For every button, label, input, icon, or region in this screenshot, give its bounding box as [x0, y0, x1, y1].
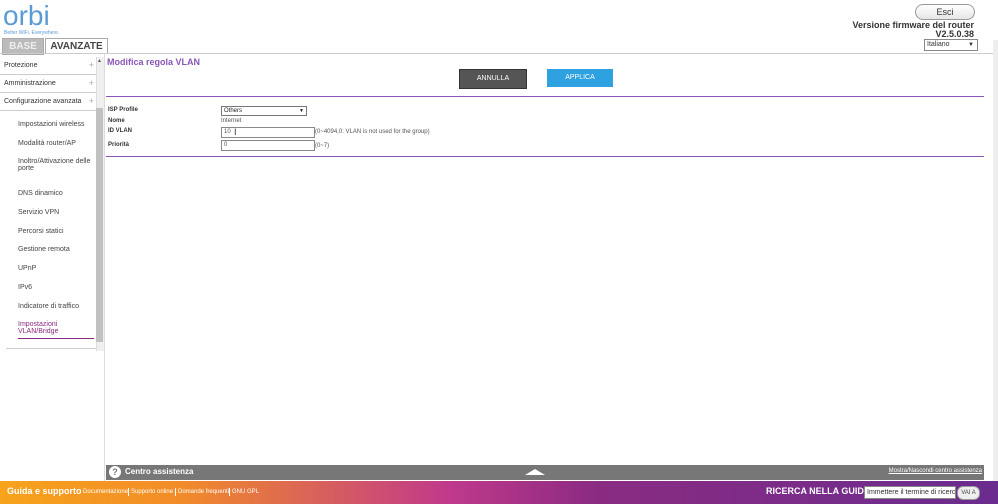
- help-center-title: Centro assistenza: [125, 467, 194, 476]
- footer-link-gpl[interactable]: GNU GPL: [232, 489, 259, 495]
- sidebar-item-port-forwarding[interactable]: Inoltro/Attivazione delle porte: [18, 158, 92, 172]
- logout-button[interactable]: Esci: [915, 4, 975, 20]
- header-divider: [0, 53, 998, 54]
- page-scrollbar[interactable]: [993, 40, 998, 481]
- footer-separator: [229, 488, 230, 496]
- expand-arrow-icon[interactable]: [525, 469, 545, 475]
- question-icon: ?: [109, 466, 121, 478]
- sidebar-section-administration[interactable]: Amministrazione +: [0, 75, 96, 93]
- firmware-version: V2.5.0.38: [935, 29, 974, 39]
- sidebar-item-ipv6[interactable]: IPv6: [18, 284, 94, 291]
- footer-go-button[interactable]: VAI A: [957, 486, 980, 500]
- chevron-down-icon: ▼: [299, 108, 304, 114]
- help-center-bar[interactable]: [106, 465, 984, 480]
- footer-link-documentation[interactable]: Documentazione: [83, 489, 128, 495]
- footer-search-input[interactable]: Immettere il termine di ricerca: [864, 486, 956, 499]
- apply-button[interactable]: APPLICA: [547, 69, 613, 87]
- priority-label: Priorità: [108, 142, 130, 148]
- footer-separator: [128, 488, 129, 496]
- sidebar-section-advanced-setup[interactable]: Configurazione avanzata +: [0, 93, 96, 111]
- sidebar-item-traffic-meter[interactable]: Indicatore di traffico: [18, 303, 94, 310]
- sidebar-item-dynamic-dns[interactable]: DNS dinamico: [18, 190, 94, 197]
- sidebar-border: [104, 54, 105, 504]
- sidebar-item-upnp[interactable]: UPnP: [18, 265, 94, 272]
- isp-profile-label: ISP Profile: [108, 107, 138, 113]
- name-value: Internet: [221, 118, 242, 124]
- chevron-down-icon: ▼: [968, 42, 974, 48]
- sidebar-section-label: Configurazione avanzata: [4, 98, 82, 105]
- footer-title: Guida e supporto: [7, 486, 82, 496]
- sidebar-item-router-ap-mode[interactable]: Modalità router/AP: [18, 140, 94, 147]
- page-title: Modifica regola VLAN: [107, 57, 201, 67]
- footer-separator: [175, 488, 176, 496]
- form-bottom-divider: [106, 156, 984, 157]
- sidebar-item-remote-management[interactable]: Gestione remota: [18, 246, 94, 253]
- plus-icon: +: [88, 60, 94, 70]
- sidebar-item-vpn[interactable]: Servizio VPN: [18, 209, 94, 216]
- name-label: Nome: [108, 118, 125, 124]
- vlan-id-hint: (0~4094,0: VLAN is not used for the grou…: [315, 129, 430, 135]
- logo-tagline: Better WiFi. Everywhere.: [4, 30, 60, 36]
- sidebar-section-protection[interactable]: Protezione +: [0, 57, 96, 75]
- plus-icon: +: [88, 96, 94, 106]
- language-select[interactable]: Italiano ▼: [924, 39, 978, 51]
- orbi-logo: orbi: [3, 0, 50, 31]
- help-center-toggle-link[interactable]: Mostra/Nascondi centro assistenza: [889, 468, 982, 474]
- isp-profile-value: Others: [224, 108, 243, 114]
- sidebar-section-label: Protezione: [4, 62, 38, 69]
- vlan-id-label: ID VLAN: [108, 128, 132, 134]
- priority-input[interactable]: 0: [221, 140, 315, 151]
- footer-link-faq[interactable]: Domande frequenti: [178, 489, 229, 495]
- sidebar-item-wireless[interactable]: Impostazioni wireless: [18, 121, 94, 128]
- sidebar-scrollbar-thumb[interactable]: [96, 108, 103, 342]
- priority-hint: (0~7): [315, 143, 330, 149]
- active-item-underline: [18, 338, 94, 339]
- tab-advanced[interactable]: AVANZATE: [45, 38, 108, 54]
- form-top-divider: [106, 96, 984, 97]
- language-value: Italiano: [927, 41, 950, 48]
- cancel-button[interactable]: ANNULLA: [459, 69, 527, 89]
- footer-search-label: RICERCA NELLA GUIDA: [766, 486, 871, 496]
- sidebar-end-divider: [6, 348, 96, 349]
- text-cursor-icon: I: [234, 127, 237, 137]
- sidebar-item-static-routes[interactable]: Percorsi statici: [18, 228, 94, 235]
- sidebar-item-vlan-bridge[interactable]: Impostazioni VLAN/Bridge: [18, 321, 78, 335]
- scroll-up-icon[interactable]: ▲: [97, 58, 102, 64]
- plus-icon: +: [88, 78, 94, 88]
- isp-profile-select[interactable]: Others ▼: [221, 106, 307, 116]
- sidebar-section-label: Amministrazione: [4, 80, 56, 87]
- footer-link-online-support[interactable]: Supporto online: [131, 489, 173, 495]
